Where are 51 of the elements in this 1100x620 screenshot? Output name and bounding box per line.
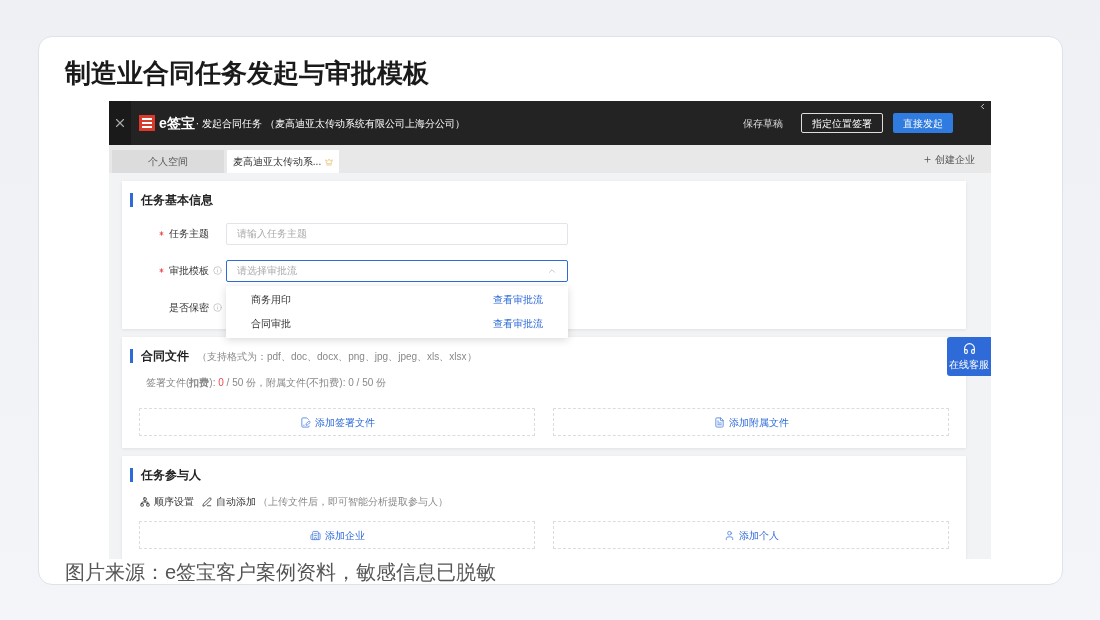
plus-icon [923,154,932,164]
add-file-button[interactable]: 添加签署文件 [139,408,535,436]
workspace-tab[interactable]: 麦高迪亚太传动系... [227,150,339,173]
logo-text: e签宝 [159,113,195,133]
create-company-button[interactable]: 创建企业 [923,151,975,167]
dropdown-option[interactable]: 合同审批 查看审批流 [226,311,568,336]
add-file-button[interactable]: 添加附属文件 [553,408,949,436]
online-support-button[interactable]: 在线客服 [947,337,991,376]
document-icon [713,416,725,428]
close-icon[interactable] [113,116,127,130]
info-icon [213,302,222,312]
input-field[interactable]: 请输入任务主题 [226,222,568,245]
crown-icon [325,157,334,166]
file-count-summary: 签署文件(扣费): 0 / 50 份，附属文件(不扣费): 0 / 50 份 [146,376,388,390]
heading-accent-bar [130,468,133,482]
start-button[interactable]: 直接发起 [893,113,953,133]
required-icon [158,230,165,238]
select-placeholder: 请选择审批流 [237,264,297,278]
app-title: · 发起合同任务 （麦高迪亚太传动系统有限公司上海分公司） [195,116,465,131]
section-heading: 任务基本信息 [141,192,213,209]
format-hint: （支持格式为：pdf、doc、docx、png、jpg、jpeg、xls、xlsx） [197,349,477,364]
field-label: 任务主题 [169,227,209,242]
field-label: 是否保密 [169,300,209,315]
info-icon [213,266,222,275]
pen-icon [202,496,212,507]
person-icon [723,529,735,541]
auto-add-button[interactable]: 自动添加 [202,494,256,509]
dropdown-option[interactable]: 商务用印 查看审批流 [226,287,568,312]
section-heading: 合同文件 [141,348,189,365]
collapse-icon[interactable] [978,102,987,111]
view-flow-link[interactable]: 查看审批流 [493,292,543,307]
workspace-tab[interactable]: 个人空间 [112,150,224,173]
headset-icon [962,341,976,355]
save-draft-button[interactable]: 保存草稿 [735,115,791,131]
order-settings-button[interactable]: 顺序设置 [140,494,194,509]
view-flow-link[interactable]: 查看审批流 [493,316,543,331]
slide-title: 制造业合同任务发起与审批模板 [65,57,430,90]
document-icon [299,416,311,428]
section-heading: 任务参与人 [141,467,201,484]
heading-accent-bar [130,349,133,363]
add-person-button[interactable]: 添加个人 [553,521,949,549]
image-source-caption: 图片来源：e签宝客户案例资料，敏感信息已脱敏 [65,561,498,583]
logo-mark-icon [139,115,155,131]
add-company-button[interactable]: 添加企业 [139,521,535,549]
field-label: 审批模板 [169,264,209,278]
heading-accent-bar [130,193,133,207]
required-icon [158,267,165,274]
auto-add-hint: （上传文件后，即可智能分析提取参与人） [258,495,448,509]
sign-position-button[interactable]: 指定位置签署 [801,113,883,133]
hierarchy-icon [140,496,150,507]
building-icon [309,529,321,541]
